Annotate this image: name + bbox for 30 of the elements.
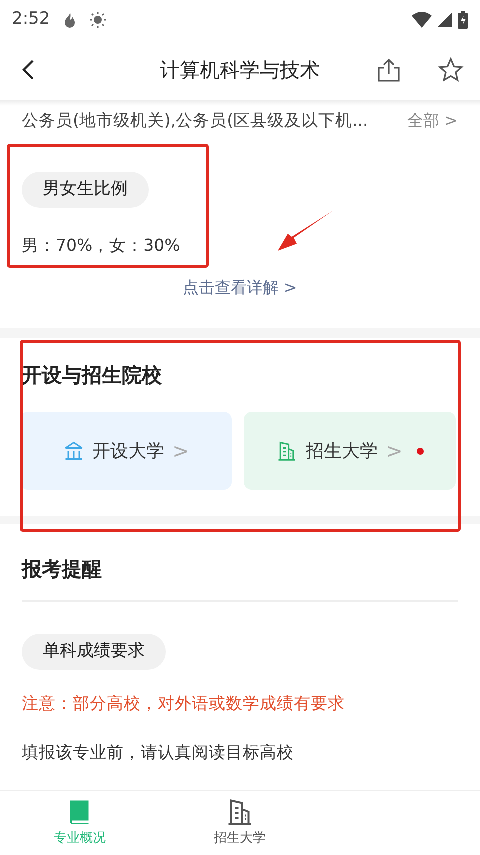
requirement-tag: 单科成绩要求 bbox=[22, 634, 166, 670]
battery-icon bbox=[458, 11, 468, 29]
favorite-button[interactable] bbox=[438, 57, 464, 83]
wifi-icon bbox=[412, 12, 432, 28]
card-label: 招生大学 bbox=[306, 440, 378, 464]
share-icon bbox=[376, 57, 402, 83]
status-time: 2:52 bbox=[12, 8, 50, 32]
chevron: > bbox=[172, 438, 190, 466]
share-button[interactable] bbox=[376, 57, 402, 83]
gender-ratio-tag: 男女生比例 bbox=[22, 172, 149, 208]
warning-text: 注意：部分高校，对外语或数学成绩有要求 bbox=[22, 692, 346, 715]
section-title: 开设与招生院校 bbox=[22, 362, 163, 390]
school-card[interactable]: 开设大学 > bbox=[20, 412, 232, 490]
back-icon bbox=[21, 59, 35, 81]
page-title: 计算机科学与技术 bbox=[159, 57, 321, 84]
reminder-text: 填报该专业前，请认真阅读目标高校 bbox=[22, 742, 295, 764]
chevron: > bbox=[386, 438, 403, 466]
details-link[interactable]: 点击查看详解 > bbox=[182, 276, 298, 300]
sun-icon bbox=[90, 12, 106, 28]
star-icon bbox=[438, 57, 464, 83]
section-title: 报考提醒 bbox=[22, 556, 103, 584]
all-link[interactable]: 全部 > bbox=[408, 109, 458, 133]
school-card[interactable]: 招生大学 > bbox=[244, 412, 456, 490]
signal-icon bbox=[438, 13, 452, 27]
career-list-text: 公务员(地市级机关),公务员(区县级及以下机... bbox=[22, 110, 368, 132]
building-icon bbox=[276, 440, 298, 462]
institution-icon bbox=[62, 440, 85, 462]
card-label: 开设大学 bbox=[92, 440, 165, 464]
nav-tab[interactable]: 招生大学 bbox=[160, 791, 320, 855]
gender-ratio-text: 男：70%，女：30% bbox=[22, 234, 180, 256]
